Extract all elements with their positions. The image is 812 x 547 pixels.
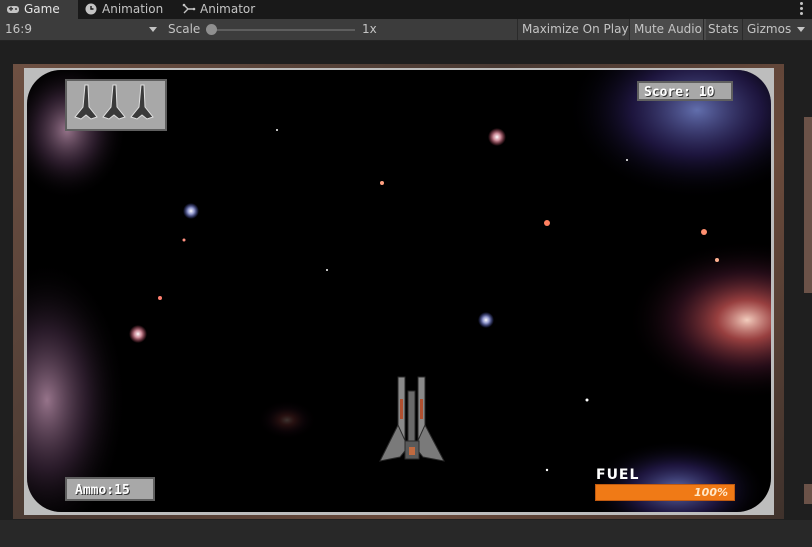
scale-slider-track[interactable] bbox=[211, 29, 355, 31]
score-display: Score: 10 bbox=[637, 81, 733, 101]
tab-label: Animation bbox=[102, 2, 164, 16]
gizmos-button[interactable]: Gizmos bbox=[742, 19, 795, 40]
tab-label: Animator bbox=[200, 2, 256, 16]
clock-icon bbox=[84, 2, 98, 15]
tab-label: Game bbox=[24, 2, 60, 16]
editor-tab-bar: Game Animation Animator bbox=[0, 0, 812, 19]
mute-audio-button[interactable]: Mute Audio bbox=[629, 19, 706, 40]
tab-game[interactable]: Game bbox=[0, 0, 78, 19]
tab-animator[interactable]: Animator bbox=[176, 0, 272, 19]
gizmos-dropdown-icon[interactable] bbox=[797, 27, 805, 32]
maximize-on-play-button[interactable]: Maximize On Play bbox=[517, 19, 633, 40]
fuel-label: FUEL bbox=[596, 467, 640, 483]
game-view-toolbar: 16:9 Scale 1x Maximize On Play Mute Audi… bbox=[0, 19, 812, 41]
scale-slider-handle[interactable] bbox=[206, 24, 217, 35]
aspect-dropdown[interactable]: 16:9 bbox=[5, 19, 155, 40]
ammo-display: Ammo:15 bbox=[65, 477, 155, 501]
stats-button[interactable]: Stats bbox=[703, 19, 743, 40]
aspect-value: 16:9 bbox=[5, 22, 32, 36]
fuel-percent: 100% bbox=[694, 486, 728, 499]
side-panel-edge bbox=[804, 117, 812, 293]
more-options-icon[interactable] bbox=[800, 2, 804, 17]
tab-animation[interactable]: Animation bbox=[78, 0, 174, 19]
player-ship-lives-icon bbox=[74, 84, 154, 120]
status-bar bbox=[0, 520, 812, 547]
fuel-bar: 100% bbox=[595, 484, 735, 501]
player-ship bbox=[379, 376, 445, 462]
gamepad-icon bbox=[6, 2, 20, 14]
side-panel-edge bbox=[804, 484, 812, 504]
animator-icon bbox=[182, 2, 196, 14]
chevron-down-icon bbox=[149, 27, 157, 32]
scale-label: Scale bbox=[168, 22, 201, 36]
scale-value: 1x bbox=[362, 22, 377, 36]
lives-indicator bbox=[65, 79, 167, 131]
